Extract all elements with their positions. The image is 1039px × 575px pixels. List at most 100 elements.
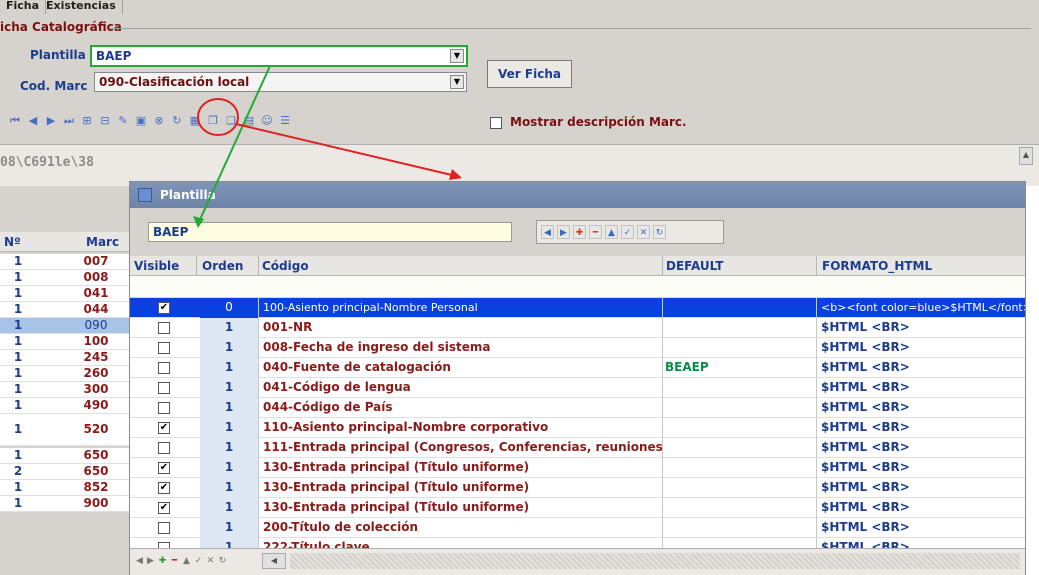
visible-checkbox[interactable]: ✔ bbox=[158, 502, 170, 514]
formato-html-cell[interactable]: $HTML <BR> bbox=[816, 478, 1025, 498]
list-item[interactable]: 1 490 bbox=[0, 398, 130, 414]
visible-checkbox[interactable]: ✔ bbox=[158, 302, 170, 314]
add-icon[interactable]: ✚ bbox=[573, 225, 586, 239]
last-record-icon[interactable]: ⏭ bbox=[62, 114, 76, 128]
column-header-codigo[interactable]: Código bbox=[262, 259, 309, 273]
codigo-cell[interactable]: 044-Código de País bbox=[258, 398, 662, 418]
delete-icon[interactable]: ⊟ bbox=[98, 114, 112, 128]
list-item[interactable]: 1 520 bbox=[0, 414, 130, 446]
formato-html-cell[interactable]: $HTML <BR> bbox=[816, 358, 1025, 378]
chevron-down-icon[interactable]: ▼ bbox=[450, 49, 464, 63]
table-row[interactable]: 1 041-Código de lengua $HTML <BR> bbox=[130, 378, 1025, 398]
list-item[interactable]: 1 008 bbox=[0, 270, 130, 286]
insert-icon[interactable]: ⊞ bbox=[80, 114, 94, 128]
orden-cell[interactable]: 1 bbox=[200, 378, 258, 398]
refresh-icon[interactable]: ↻ bbox=[170, 114, 184, 128]
add-icon[interactable]: ✚ bbox=[157, 555, 168, 567]
cod-marc-select[interactable]: 090-Clasificación local ▼ bbox=[94, 72, 467, 92]
orden-cell[interactable]: 1 bbox=[200, 478, 258, 498]
cancel-icon[interactable]: ✕ bbox=[637, 225, 650, 239]
default-cell[interactable] bbox=[662, 498, 816, 518]
codigo-cell[interactable]: 111-Entrada principal (Congresos, Confer… bbox=[258, 438, 662, 458]
list-item[interactable]: 1 100 bbox=[0, 334, 130, 350]
list-item[interactable]: 1 852 bbox=[0, 480, 130, 496]
codigo-cell[interactable]: 008-Fecha de ingreso del sistema bbox=[258, 338, 662, 358]
plantilla-select[interactable]: BAEP ▼ bbox=[91, 46, 467, 66]
orden-cell[interactable]: 1 bbox=[200, 518, 258, 538]
table-row[interactable]: ✔ 1 130-Entrada principal (Título uniforme… bbox=[130, 458, 1025, 478]
default-cell[interactable] bbox=[662, 398, 816, 418]
list-item[interactable]: 1 245 bbox=[0, 350, 130, 366]
codigo-cell[interactable]: 130-Entrada principal (Título uniforme) bbox=[258, 478, 662, 498]
column-header-default[interactable]: DEFAULT bbox=[666, 259, 724, 273]
default-cell[interactable] bbox=[662, 318, 816, 338]
table-row[interactable]: 1 008-Fecha de ingreso del sistema $HTML <… bbox=[130, 338, 1025, 358]
list-item[interactable]: 1 041 bbox=[0, 286, 130, 302]
visible-checkbox[interactable] bbox=[158, 322, 170, 334]
list-icon[interactable]: ☰ bbox=[278, 114, 292, 128]
column-header-formato-html[interactable]: FORMATO_HTML bbox=[822, 259, 932, 273]
table-row[interactable]: 1 001-NR $HTML <BR> bbox=[130, 318, 1025, 338]
table-row[interactable]: 1 222-Título clave $HTML <BR> bbox=[130, 538, 1025, 548]
default-cell[interactable] bbox=[662, 378, 816, 398]
formato-html-cell[interactable]: $HTML <BR> bbox=[816, 458, 1025, 478]
table-row[interactable]: 1 200-Título de colección $HTML <BR> bbox=[130, 518, 1025, 538]
codigo-cell[interactable]: 041-Código de lengua bbox=[258, 378, 662, 398]
codigo-cell[interactable]: 222-Título clave bbox=[258, 538, 662, 548]
codigo-cell[interactable]: 110-Asiento principal-Nombre corporativo bbox=[258, 418, 662, 438]
orden-cell[interactable]: 1 bbox=[200, 418, 258, 438]
prev-icon[interactable]: ◀ bbox=[134, 555, 145, 567]
default-cell[interactable]: BEAEP bbox=[662, 358, 816, 378]
orden-cell[interactable]: 1 bbox=[200, 318, 258, 338]
chevron-down-icon[interactable]: ▼ bbox=[450, 75, 464, 89]
table-row[interactable]: ✔ 1 130-Entrada principal (Título uniforme… bbox=[130, 478, 1025, 498]
list-item[interactable]: 1 900 bbox=[0, 496, 130, 512]
visible-checkbox[interactable]: ✔ bbox=[158, 422, 170, 434]
refresh-icon[interactable]: ↻ bbox=[217, 555, 228, 567]
prev-icon[interactable]: ◀ bbox=[541, 225, 554, 239]
formato-html-cell[interactable]: $HTML <BR> bbox=[816, 518, 1025, 538]
list-item[interactable]: 1 650 bbox=[0, 448, 130, 464]
default-cell[interactable] bbox=[662, 438, 816, 458]
remove-icon[interactable]: ━ bbox=[169, 555, 180, 567]
table-row[interactable]: ✔ 1 110-Asiento principal-Nombre corporati… bbox=[130, 418, 1025, 438]
orden-cell[interactable]: 1 bbox=[200, 358, 258, 378]
formato-html-cell[interactable]: $HTML <BR> bbox=[816, 498, 1025, 518]
plantilla-name-input[interactable]: BAEP bbox=[148, 222, 512, 242]
formato-html-cell[interactable]: $HTML <BR> bbox=[816, 378, 1025, 398]
visible-checkbox[interactable]: ✔ bbox=[158, 482, 170, 494]
scroll-left-icon[interactable]: ◀ bbox=[262, 553, 286, 569]
formato-html-cell[interactable]: $HTML <BR> bbox=[816, 418, 1025, 438]
paste-icon[interactable]: ❏ bbox=[224, 114, 238, 128]
orden-cell[interactable]: 1 bbox=[200, 398, 258, 418]
table-row[interactable]: 1 044-Código de País $HTML <BR> bbox=[130, 398, 1025, 418]
orden-cell[interactable]: 1 bbox=[200, 338, 258, 358]
cancel-icon[interactable]: ⊗ bbox=[152, 114, 166, 128]
edit-up-icon[interactable]: ▲ bbox=[181, 555, 192, 567]
table-row[interactable]: ✔ 1 130-Entrada principal (Título uniforme… bbox=[130, 498, 1025, 518]
formato-html-cell[interactable]: $HTML <BR> bbox=[816, 438, 1025, 458]
visible-checkbox[interactable] bbox=[158, 442, 170, 454]
user-icon[interactable]: ☺ bbox=[260, 114, 274, 128]
default-cell[interactable] bbox=[662, 538, 816, 548]
filter-row[interactable] bbox=[130, 276, 1025, 298]
mostrar-descripcion-checkbox[interactable] bbox=[490, 117, 502, 129]
formato-html-cell[interactable]: $HTML <BR> bbox=[816, 318, 1025, 338]
export-icon[interactable]: ▤ bbox=[242, 114, 256, 128]
column-header-orden[interactable]: Orden bbox=[202, 259, 243, 273]
confirm-icon[interactable]: ✓ bbox=[621, 225, 634, 239]
ver-ficha-button[interactable]: Ver Ficha bbox=[487, 60, 572, 88]
refresh-icon[interactable]: ↻ bbox=[653, 225, 666, 239]
codigo-cell[interactable]: 100-Asiento principal-Nombre Personal bbox=[258, 298, 662, 318]
codigo-cell[interactable]: 130-Entrada principal (Título uniforme) bbox=[258, 458, 662, 478]
table-row[interactable]: 1 040-Fuente de catalogación BEAEP $HTML <B… bbox=[130, 358, 1025, 378]
visible-checkbox[interactable] bbox=[158, 342, 170, 354]
list-item[interactable]: 1 300 bbox=[0, 382, 130, 398]
orden-cell[interactable]: 1 bbox=[200, 538, 258, 548]
default-cell[interactable] bbox=[662, 478, 816, 498]
default-cell[interactable] bbox=[662, 298, 816, 318]
scroll-up-icon[interactable]: ▲ bbox=[1019, 147, 1033, 165]
tab-existencias[interactable]: Existencias bbox=[40, 0, 123, 14]
default-cell[interactable] bbox=[662, 338, 816, 358]
confirm-icon[interactable]: ✓ bbox=[193, 555, 204, 567]
